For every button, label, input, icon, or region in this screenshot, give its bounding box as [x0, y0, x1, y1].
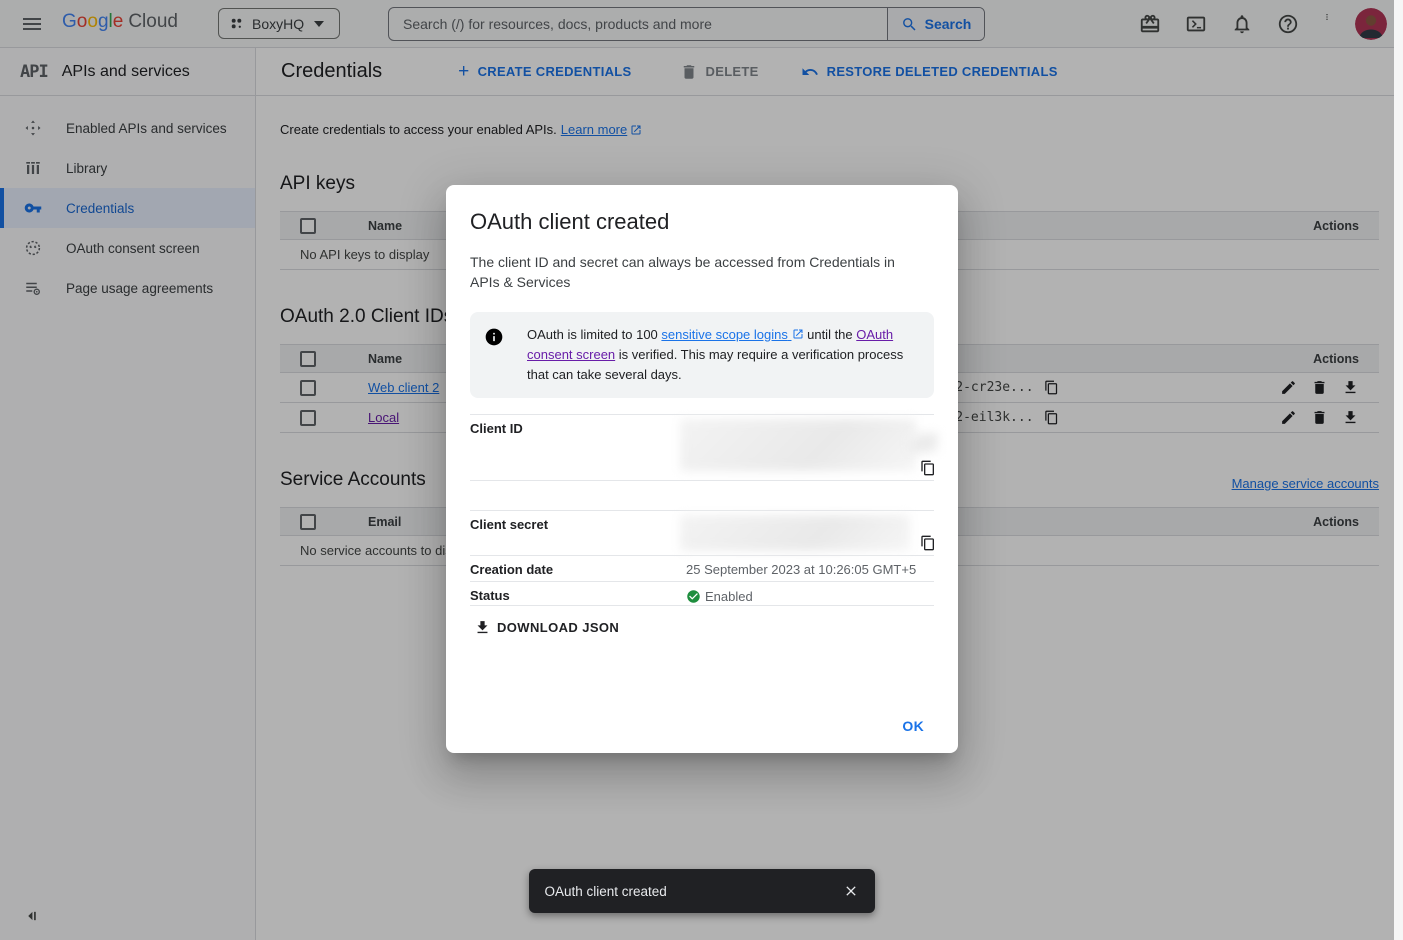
page-scrollbar[interactable] [1394, 0, 1403, 940]
status-row: Status Enabled [470, 582, 934, 606]
creation-date-value: 25 September 2023 at 10:26:05 GMT+5 [686, 556, 934, 581]
copy-icon[interactable] [920, 460, 936, 476]
download-icon [474, 619, 491, 636]
info-icon [484, 327, 504, 347]
verification-notice: OAuth is limited to 100 sensitive scope … [470, 312, 934, 398]
redacted-client-id-tail [908, 433, 938, 453]
creation-date-label: Creation date [470, 556, 686, 581]
notice-text: OAuth is limited to 100 sensitive scope … [527, 325, 916, 385]
external-link-icon [792, 328, 804, 340]
client-id-label: Client ID [470, 415, 686, 480]
download-json-button[interactable]: DOWNLOAD JSON [470, 617, 623, 638]
redacted-client-secret [680, 515, 910, 551]
dialog-description: The client ID and secret can always be a… [470, 252, 910, 292]
creation-date-row: Creation date 25 September 2023 at 10:26… [470, 556, 934, 582]
close-icon[interactable] [837, 877, 865, 905]
client-secret-row: Client secret [470, 511, 934, 556]
ok-button[interactable]: OK [894, 712, 932, 740]
oauth-client-created-dialog: OAuth client created The client ID and s… [446, 185, 958, 753]
client-secret-label: Client secret [470, 511, 686, 555]
dialog-title: OAuth client created [470, 209, 934, 235]
check-circle-icon [686, 589, 701, 604]
credential-details: Client ID Client secret Creation date 25… [470, 414, 934, 606]
spacer-row [470, 481, 934, 511]
redacted-client-id [680, 419, 916, 471]
sensitive-scope-logins-link[interactable]: sensitive scope logins [661, 327, 803, 342]
client-id-row: Client ID [470, 414, 934, 481]
status-label: Status [470, 582, 686, 605]
toast-message: OAuth client created [545, 884, 667, 899]
copy-icon[interactable] [920, 535, 936, 551]
toast: OAuth client created [529, 869, 875, 913]
status-badge: Enabled [705, 589, 753, 604]
